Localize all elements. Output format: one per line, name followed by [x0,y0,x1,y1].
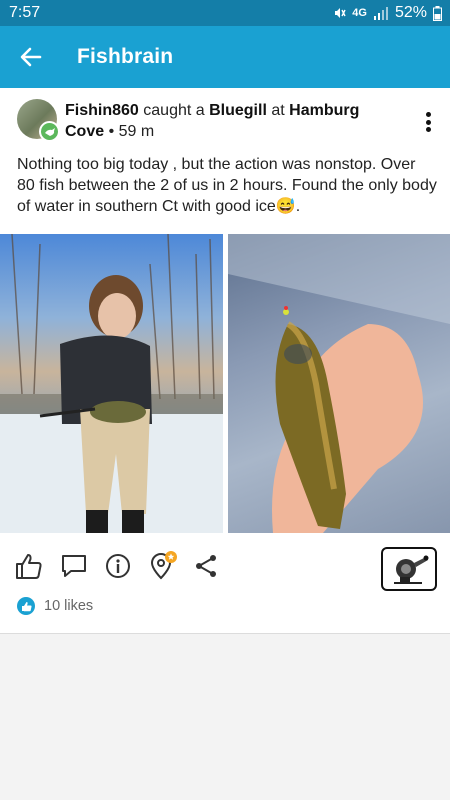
app-bar: Fishbrain [0,26,450,88]
comment-button[interactable] [58,550,90,582]
back-button[interactable] [0,26,63,88]
caption-emoji: 😅 [275,198,296,215]
info-icon [106,554,130,578]
thumbs-up-icon [16,554,42,579]
location-button[interactable] [147,550,179,582]
status-icons: 4G 52% [332,4,442,22]
comment-icon [62,555,86,577]
share-icon [196,555,216,577]
network-label: 4G [352,7,367,19]
gear-button[interactable] [381,547,437,591]
app-title: Fishbrain [77,45,174,68]
caught-text: caught a [143,102,205,119]
battery-level: 52% [394,4,427,21]
status-time: 7:57 [9,4,41,21]
like-button[interactable] [13,550,45,582]
post-card: Fishin860 caught a Bluegill at Hamburg C… [0,88,450,634]
at-text: at [271,102,285,119]
more-vertical-icon [425,112,431,117]
post-age: 59 m [118,123,155,140]
likes-summary[interactable]: 10 likes [17,597,93,615]
caption-end: . [295,198,301,215]
caption-text: Nothing too big today , but the action w… [17,156,437,215]
like-thumb-icon [17,597,35,615]
post-headline: Fishin860 caught a Bluegill at Hamburg C… [65,100,395,142]
location-pin-icon [150,551,177,580]
back-arrow-icon [20,47,42,67]
post-caption: Nothing too big today , but the action w… [17,154,437,217]
status-bar: 7:57 4G 52% [0,0,450,26]
avatar[interactable] [17,99,60,142]
share-button[interactable] [190,550,222,582]
mute-icon [335,8,346,18]
post-actions [0,547,450,591]
species-link[interactable]: Bluegill [209,102,267,119]
fishing-reel-icon [394,555,429,584]
signal-icon [373,6,388,20]
info-button[interactable] [102,550,134,582]
likes-count: 10 likes [44,598,94,614]
catch-photo-bluegill[interactable] [228,234,450,533]
battery-icon [433,5,442,21]
username-link[interactable]: Fishin860 [65,102,139,119]
more-options-button[interactable] [420,110,436,134]
badge-icon [39,121,60,142]
separator-dot: • [108,123,115,140]
catch-photo-angler[interactable] [0,234,223,533]
